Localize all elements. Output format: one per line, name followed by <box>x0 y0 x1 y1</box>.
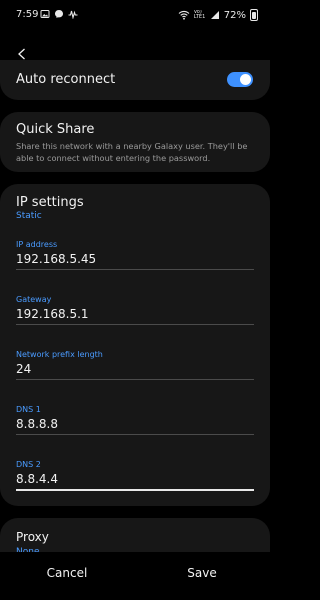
network-badge: Vo) LTE1 <box>193 10 206 20</box>
field-underline <box>16 434 254 435</box>
battery-icon <box>250 9 258 21</box>
messenger-icon <box>55 10 63 18</box>
activity-icon <box>68 10 78 19</box>
notification-icons <box>40 9 78 19</box>
field-label: Gateway <box>16 295 52 304</box>
toggle-knob <box>240 74 251 85</box>
quick-share-title: Quick Share <box>16 122 95 137</box>
quick-share-description: Share this network with a nearby Galaxy … <box>16 141 248 163</box>
field-label: Network prefix length <box>16 350 103 359</box>
ip-settings-card: IP settings Static IP address 192.168.5.… <box>0 184 270 506</box>
field-underline <box>16 269 254 270</box>
auto-reconnect-row[interactable]: Auto reconnect <box>0 60 270 100</box>
field-label: DNS 2 <box>16 460 41 469</box>
dns2-input[interactable]: 8.8.4.4 <box>16 472 58 486</box>
wifi-icon <box>178 10 190 20</box>
prefix-length-field[interactable]: Network prefix length 24 <box>16 350 254 390</box>
dns1-input[interactable]: 8.8.8.8 <box>16 417 58 431</box>
dns1-field[interactable]: DNS 1 8.8.8.8 <box>16 405 254 445</box>
auto-reconnect-toggle[interactable] <box>227 72 253 87</box>
status-time: 7:59 <box>16 9 39 20</box>
ip-address-field[interactable]: IP address 192.168.5.45 <box>16 240 254 280</box>
quick-share-row[interactable]: Quick Share Share this network with a ne… <box>0 112 270 172</box>
ip-settings-value[interactable]: Static <box>16 211 42 221</box>
back-arrow-icon <box>18 48 25 60</box>
field-underline <box>16 324 254 325</box>
gateway-field[interactable]: Gateway 192.168.5.1 <box>16 295 254 335</box>
field-underline-active <box>16 489 254 491</box>
save-button[interactable]: Save <box>162 566 242 580</box>
cancel-button[interactable]: Cancel <box>27 566 107 580</box>
battery-percent: 72% <box>223 9 246 21</box>
prefix-length-input[interactable]: 24 <box>16 362 31 376</box>
dns2-field[interactable]: DNS 2 8.8.4.4 <box>16 460 254 500</box>
auto-reconnect-label: Auto reconnect <box>16 72 116 87</box>
bottom-action-bar: Cancel Save <box>0 552 270 600</box>
ip-address-input[interactable]: 192.168.5.45 <box>16 252 96 266</box>
field-label: DNS 1 <box>16 405 41 414</box>
signal-icon <box>210 11 219 19</box>
field-label: IP address <box>16 240 58 249</box>
proxy-title: Proxy <box>16 530 49 544</box>
status-indicators: Vo) LTE1 72% <box>178 9 258 21</box>
gateway-input[interactable]: 192.168.5.1 <box>16 307 89 321</box>
gallery-icon <box>40 10 50 18</box>
ip-settings-title[interactable]: IP settings <box>16 195 84 210</box>
status-bar: 7:59 Vo) LTE1 72% <box>0 0 270 30</box>
field-underline <box>16 379 254 380</box>
